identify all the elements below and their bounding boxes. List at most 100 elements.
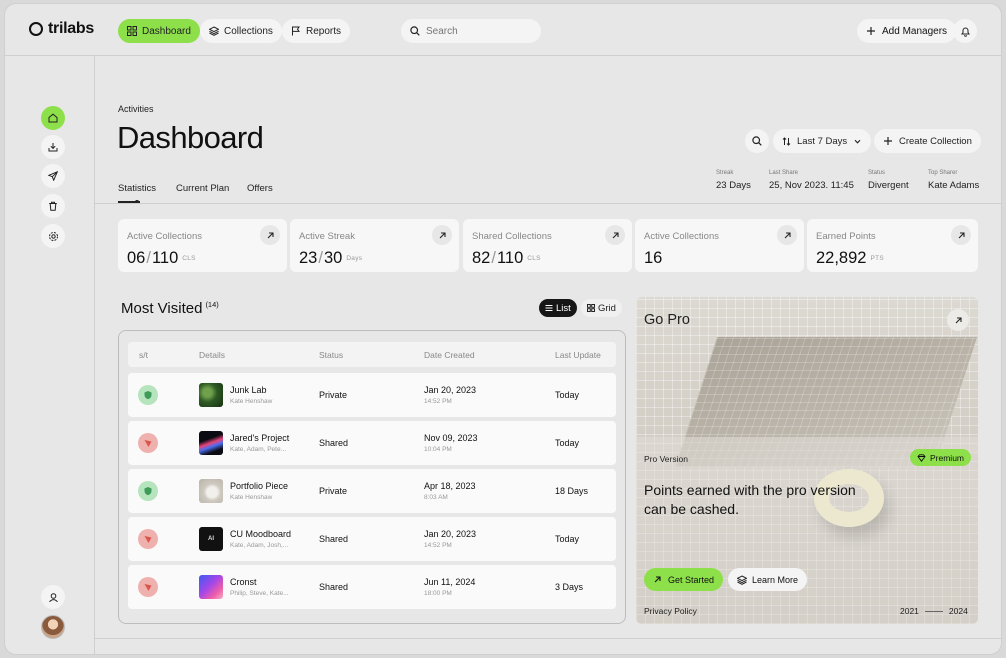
arrow-up-right-icon[interactable] — [951, 225, 971, 245]
collection-thumbnail — [199, 575, 223, 599]
column-header[interactable]: Date Created — [424, 350, 475, 360]
tab-offers[interactable]: Offers — [247, 183, 273, 194]
stat-value: 22,892 PTS — [816, 249, 885, 267]
private-status-icon — [138, 385, 158, 405]
nav-dashboard-label: Dashboard — [142, 25, 191, 37]
app-window: trilabs Dashboard Collections Reports Ad… — [4, 3, 1002, 655]
date-created: Apr 18, 2023 — [424, 481, 476, 491]
nav-reports[interactable]: Reports — [282, 19, 351, 43]
collection-members: Kate, Adam, Pete... — [230, 446, 287, 453]
meta-streak: Streak 23 Days — [716, 170, 751, 191]
date-range-select[interactable]: Last 7 Days — [773, 129, 872, 153]
header-divider — [95, 203, 1001, 204]
collection-name[interactable]: Portfolio Piece — [230, 481, 288, 491]
sidebar-support[interactable] — [41, 585, 65, 609]
download-icon — [48, 143, 58, 152]
column-header[interactable]: Status — [319, 350, 343, 360]
stat-label: Active Collections — [644, 231, 719, 242]
most-visited-count: (14) — [205, 300, 219, 309]
table-row[interactable]: AI CU Moodboard Kate, Adam, Josh,... Sha… — [128, 517, 616, 561]
avatar[interactable] — [41, 615, 65, 639]
add-managers-button[interactable]: Add Managers — [857, 19, 957, 43]
view-grid-button[interactable]: Grid — [581, 299, 622, 317]
stat-card-shared-collections[interactable]: Shared Collections 82/110 CLS — [463, 219, 632, 272]
stat-card-active-streak[interactable]: Active Streak 23/30 Days — [290, 219, 459, 272]
sidebar-send[interactable] — [41, 164, 65, 188]
table-row[interactable]: Cronst Philip, Steve, Kate... Shared Jun… — [128, 565, 616, 609]
arrow-up-right-icon[interactable] — [777, 225, 797, 245]
date-created: Jun 11, 2024 — [424, 577, 476, 587]
stat-card-active-collections[interactable]: Active Collections 06/110 CLS — [118, 219, 287, 272]
collection-status: Private — [319, 486, 348, 496]
list-icon — [545, 305, 553, 311]
arrow-up-right-icon[interactable] — [605, 225, 625, 245]
sidebar-trash[interactable] — [41, 194, 65, 218]
sidebar-download[interactable] — [41, 135, 65, 159]
meta-label: Top Sharer — [928, 170, 958, 176]
collection-name[interactable]: Junk Lab — [230, 385, 267, 395]
view-list-button[interactable]: List — [539, 299, 577, 317]
most-visited-table: s/t Details Status Date Created Last Upd… — [118, 330, 626, 624]
logo[interactable]: trilabs — [29, 20, 94, 38]
meta-label: Streak — [716, 170, 734, 176]
stat-card-earned-points[interactable]: Earned Points 22,892 PTS — [807, 219, 978, 272]
notifications-button[interactable] — [953, 19, 977, 43]
table-row[interactable]: Portfolio Piece Kate Henshaw Private Apr… — [128, 469, 616, 513]
tab-current-plan[interactable]: Current Plan — [176, 183, 229, 194]
shared-status-icon — [138, 433, 158, 453]
grid-icon — [127, 26, 137, 36]
meta-value: Kate Adams — [928, 180, 980, 191]
stat-label: Shared Collections — [472, 231, 552, 242]
privacy-policy-link[interactable]: Privacy Policy — [644, 606, 697, 616]
tab-statistics[interactable]: Statistics — [118, 183, 156, 194]
last-update: Today — [555, 390, 580, 400]
table-row[interactable]: Jared's Project Kate, Adam, Pete... Shar… — [128, 421, 616, 465]
arrow-up-right-icon[interactable] — [260, 225, 280, 245]
collection-status: Shared — [319, 438, 349, 448]
stat-value: 23/30 Days — [299, 249, 363, 267]
column-header[interactable]: Last Update — [555, 350, 601, 360]
meta-value: 25, Nov 2023. 11:45 — [769, 180, 854, 191]
table-row[interactable]: Junk Lab Kate Henshaw Private Jan 20, 20… — [128, 373, 616, 417]
nav-collections[interactable]: Collections — [200, 19, 282, 43]
diamond-icon — [917, 453, 926, 462]
collection-name[interactable]: Cronst — [230, 577, 257, 587]
collection-thumbnail — [199, 431, 223, 455]
meta-value: 23 Days — [716, 180, 751, 191]
column-header[interactable]: Details — [199, 350, 225, 360]
stat-value: 16 — [644, 249, 663, 267]
meta-label: Last Share — [769, 170, 799, 176]
page-search-button[interactable] — [745, 129, 769, 153]
thumbnail-ai-label: AI — [208, 536, 214, 542]
search-box[interactable] — [401, 19, 541, 43]
date-created: Nov 09, 2023 — [424, 433, 478, 443]
sidebar-settings[interactable] — [41, 224, 65, 248]
app-name: trilabs — [48, 20, 94, 37]
create-collection-button[interactable]: Create Collection — [874, 129, 981, 153]
search-input[interactable] — [426, 25, 526, 37]
column-header[interactable]: s/t — [139, 350, 148, 360]
arrow-up-right-icon[interactable] — [432, 225, 452, 245]
stat-card-active-collections-2[interactable]: Active Collections 16 — [635, 219, 804, 272]
collection-name[interactable]: Jared's Project — [230, 433, 289, 443]
year-start: 2021 — [900, 606, 919, 616]
sidebar-home[interactable] — [41, 106, 65, 130]
collection-members: Kate Henshaw — [230, 494, 273, 501]
collection-thumbnail — [199, 479, 223, 503]
meta-status: Status Divergent — [868, 170, 909, 191]
collection-name[interactable]: CU Moodboard — [230, 529, 291, 539]
breadcrumb[interactable]: Activities — [118, 104, 154, 114]
collection-members: Kate Henshaw — [230, 398, 273, 405]
grid-icon — [587, 304, 595, 312]
plus-icon — [884, 137, 892, 145]
nav-dashboard[interactable]: Dashboard — [118, 19, 200, 43]
get-started-button[interactable]: Get Started — [644, 568, 724, 591]
collection-members: Philip, Steve, Kate... — [230, 590, 289, 597]
year-range: 2021 2024 — [900, 606, 968, 616]
collection-thumbnail: AI — [199, 527, 223, 551]
learn-more-button[interactable]: Learn More — [728, 568, 808, 591]
promo-open-button[interactable] — [947, 309, 969, 331]
shared-status-icon — [138, 577, 158, 597]
year-end: 2024 — [948, 606, 968, 616]
add-managers-label: Add Managers — [882, 25, 948, 37]
